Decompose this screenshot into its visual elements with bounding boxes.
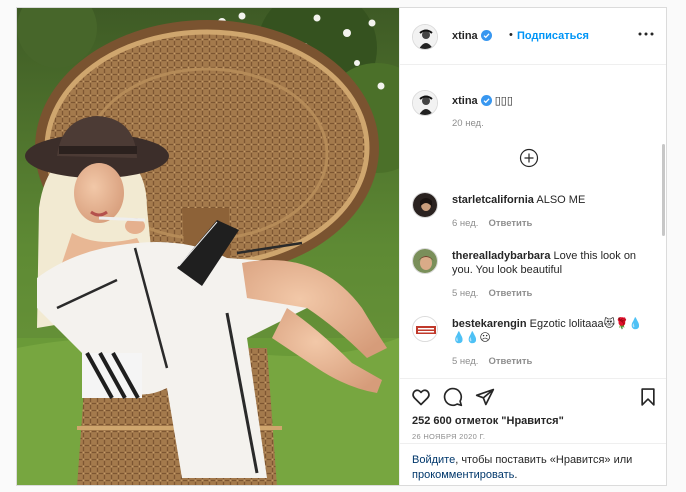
header-separator: • — [509, 29, 513, 41]
comment-icon[interactable] — [443, 387, 463, 407]
comment-meta: 6 нед. Ответить — [452, 218, 532, 229]
caption-username[interactable]: xtina — [452, 95, 478, 107]
comment-meta: 5 нед. Ответить — [452, 356, 532, 367]
author-avatar[interactable] — [412, 24, 438, 50]
post-header: xtina • Подписаться — [400, 8, 666, 65]
comment-username[interactable]: bestekarengin — [452, 318, 527, 330]
login-link[interactable]: Войдите — [412, 454, 455, 466]
verified-badge-icon — [480, 95, 492, 106]
reply-button[interactable]: Ответить — [488, 218, 532, 229]
plus-circle-icon[interactable] — [519, 148, 539, 168]
post-date[interactable]: 26 НОЯБРЯ 2020 Г. — [412, 432, 485, 441]
caption-text: xtina ▯▯▯ — [452, 94, 648, 108]
send-icon[interactable] — [475, 387, 495, 407]
comment-avatar[interactable] — [412, 192, 438, 218]
login-prompt: Войдите, чтобы поставить «Нравится» или … — [400, 443, 666, 485]
reply-button[interactable]: Ответить — [488, 288, 532, 299]
comment-body: ALSO ME — [536, 194, 586, 206]
comments-list[interactable]: xtina ▯▯▯ 20 нед. starletcalifornia ALSO… — [400, 66, 666, 378]
reply-button[interactable]: Ответить — [488, 356, 532, 367]
author-avatar[interactable] — [412, 90, 438, 116]
follow-button[interactable]: Подписаться — [517, 30, 589, 42]
comment-username[interactable]: starletcalifornia — [452, 194, 534, 206]
comment-meta: 5 нед. Ответить — [452, 288, 532, 299]
caption-body: ▯▯▯ — [494, 95, 513, 107]
post-card: xtina • Подписаться xtina ▯▯▯ 20 нед. st… — [16, 7, 667, 486]
post-side-panel: xtina • Подписаться xtina ▯▯▯ 20 нед. st… — [399, 8, 666, 485]
comment-text: starletcalifornia ALSO ME — [452, 193, 648, 207]
author-username-text[interactable]: xtina — [452, 30, 478, 42]
bookmark-icon[interactable] — [638, 387, 658, 407]
caption-time: 20 нед. — [452, 118, 484, 129]
heart-icon[interactable] — [411, 387, 431, 407]
comment-login-link[interactable]: прокомментировать — [412, 469, 514, 481]
login-prompt-end: . — [514, 469, 518, 481]
post-photo[interactable] — [17, 8, 399, 485]
comment-time: 6 нед. — [452, 218, 479, 229]
author-username[interactable]: xtina — [452, 30, 492, 42]
comments-scrollbar[interactable] — [662, 144, 665, 236]
comment-username[interactable]: therealladybarbara — [452, 250, 550, 262]
comment-time: 5 нед. — [452, 288, 479, 299]
comment-time: 5 нед. — [452, 356, 479, 367]
comment-text: therealladybarbara Love this look on you… — [452, 249, 648, 277]
likes-count[interactable]: 252 600 отметок "Нравится" — [412, 415, 564, 427]
more-options-icon[interactable] — [636, 26, 656, 42]
comment-text: bestekarengin Egzotic lolitaaa😻🌹💧💧💧☹ — [452, 317, 648, 345]
comment-avatar[interactable] — [412, 248, 438, 274]
comment-avatar[interactable] — [412, 316, 438, 342]
login-prompt-text: , чтобы поставить «Нравится» или — [455, 454, 633, 466]
verified-badge-icon — [480, 30, 492, 41]
post-actions: 252 600 отметок "Нравится" 26 НОЯБРЯ 202… — [400, 378, 666, 441]
